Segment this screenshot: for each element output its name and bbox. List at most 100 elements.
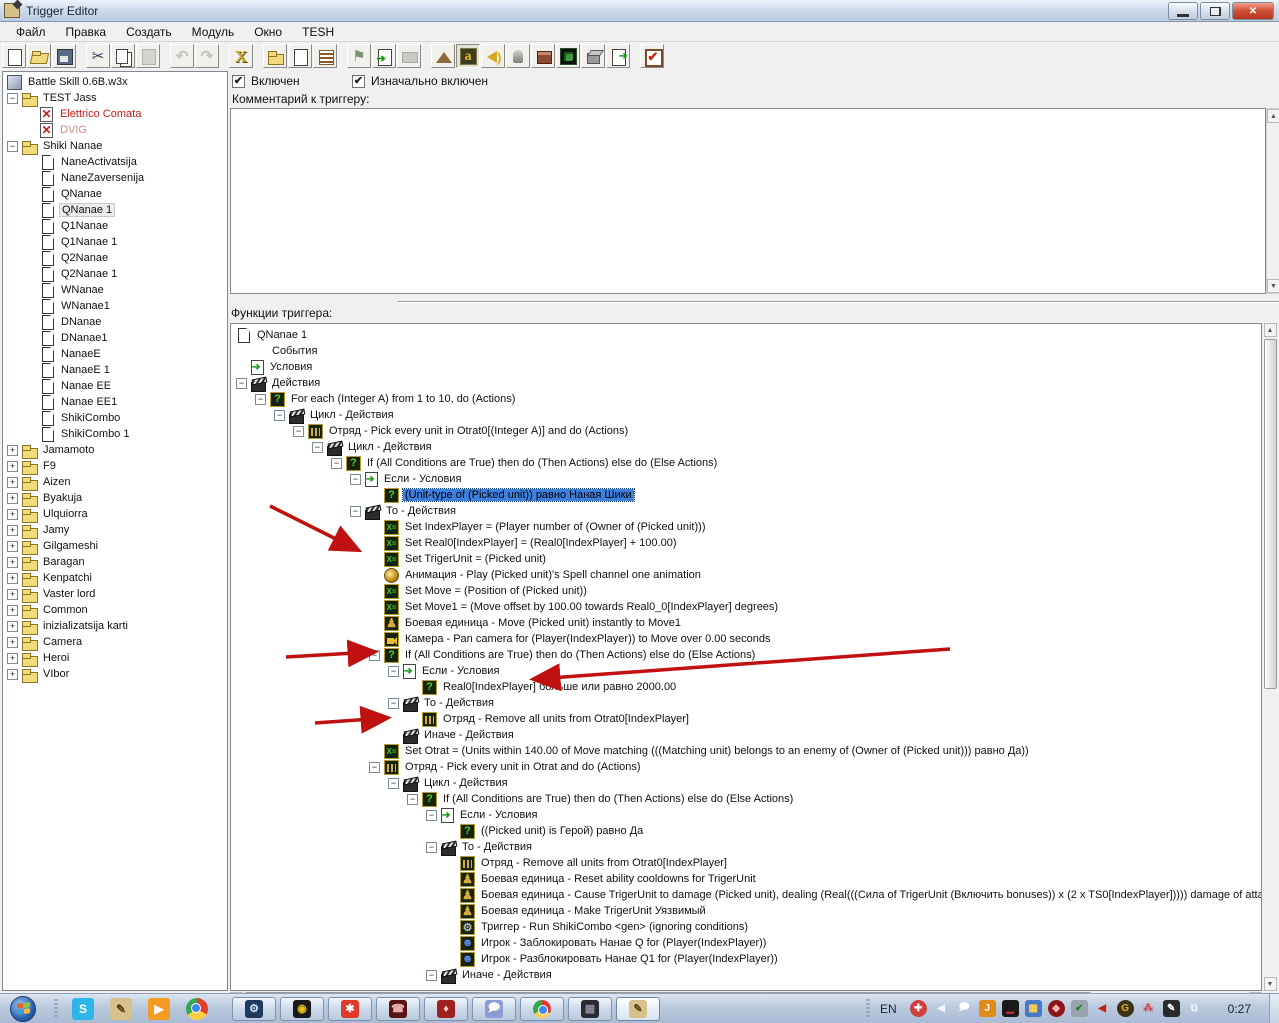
function-row[interactable]: События [231,343,1261,359]
function-row[interactable]: ☻ Игрок - Заблокировать Нанае Q for (Play… [231,935,1261,951]
expand-plus-icon[interactable]: + [7,572,18,584]
expand-minus-icon[interactable]: − [350,505,361,517]
tree-item[interactable]: + Heroi [3,650,227,667]
tree-item[interactable]: NaneActivatsija [3,154,227,170]
tree-item[interactable]: + Gilgameshi [3,538,227,555]
scroll-down-icon[interactable]: ▼ [1267,279,1279,293]
tree-item[interactable]: Q2Nanae 1 [3,266,227,282]
task-utility-button[interactable]: ⚙ [232,996,276,1021]
new-action-button[interactable] [397,44,421,68]
function-row[interactable]: − Цикл - Действия [231,775,1261,792]
minimize-button[interactable] [1168,2,1198,20]
menu-создать[interactable]: Создать [116,23,182,41]
scrollbar-thumb[interactable] [1263,339,1277,689]
function-row[interactable]: Отряд - Remove all units from Otrat0[Ind… [231,855,1261,871]
expand-plus-icon[interactable]: + [7,540,18,552]
menu-правка[interactable]: Правка [56,23,117,41]
function-row[interactable]: Отряд - Remove all units from Otrat0[Ind… [231,711,1261,727]
function-row[interactable]: − Цикл - Действия [231,407,1261,424]
java-icon[interactable]: J [978,1000,996,1017]
function-row[interactable]: X= Set Otrat = (Units within 140.00 of Mo… [231,743,1261,759]
comment-scrollbar[interactable]: ▲ ▼ [1266,108,1279,294]
expand-minus-icon[interactable]: − [388,697,399,709]
copy-button[interactable] [111,44,135,68]
tree-item[interactable]: ✕ DVIG [3,122,227,138]
show-desktop-button[interactable] [1269,993,1279,1023]
expand-minus-icon[interactable]: − [331,457,342,469]
object-editor-button[interactable] [506,44,530,68]
comment-textarea[interactable] [230,108,1266,294]
function-row[interactable]: ⚙ Триггер - Run ShikiCombo <gen> (ignorin… [231,919,1261,935]
tree-item[interactable]: DNanae1 [3,330,227,346]
function-row[interactable]: ♟ Боевая единица - Move (Picked unit) ins… [231,615,1261,631]
expand-minus-icon[interactable]: − [7,140,18,152]
chart-icon[interactable]: ▁ [1001,1000,1019,1017]
paste-button[interactable] [136,44,160,68]
expand-minus-icon[interactable]: − [426,841,437,853]
function-row[interactable]: ? ((Picked unit) is Герой) равно Да [231,823,1261,839]
function-row[interactable]: X= Set TrigerUnit = (Picked unit) [231,551,1261,567]
function-row[interactable]: − Отряд - Pick every unit in Otrat0[(Inte… [231,423,1261,439]
close-button[interactable]: ✕ [1232,2,1274,20]
function-row[interactable]: Анимация - Play (Picked unit)'s Spell ch… [231,567,1261,583]
function-row[interactable]: − Действия [231,375,1261,392]
function-row[interactable]: ? Real0[IndexPlayer] больше или равно 200… [231,679,1261,695]
trigger-functions-tree[interactable]: QNanae 1СобытияУсловия−Действия−?For eac… [230,323,1262,991]
panel-splitter[interactable] [398,301,1279,303]
function-row[interactable]: ? (Unit-type of (Picked unit)) равно Нана… [231,487,1261,503]
expand-minus-icon[interactable]: − [407,793,418,805]
cut-button[interactable]: ✂ [86,44,110,68]
expand-minus-icon[interactable]: − [369,649,380,661]
scroll-up-icon[interactable]: ▲ [1267,109,1279,123]
tree-item[interactable]: + Vaster lord [3,586,227,603]
function-row[interactable]: ♟ Боевая единица - Reset ability cooldown… [231,871,1261,887]
expand-minus-icon[interactable]: − [255,393,266,405]
function-row[interactable]: −? For each (Integer A) from 1 to 10, do … [231,391,1261,407]
photos-icon[interactable]: ▦ [1024,1000,1042,1017]
function-row[interactable]: − То - Действия [231,503,1261,520]
volume-icon[interactable]: ◀ [933,1000,950,1017]
open-map-button[interactable] [27,44,51,68]
task-teamspeak-button[interactable]: ☎ [376,996,420,1021]
tree-item[interactable]: + Byakuja [3,490,227,507]
new-comment-button[interactable] [313,44,337,68]
function-row[interactable]: X= Set Real0[IndexPlayer] = (Real0[IndexP… [231,535,1261,551]
clock[interactable]: 0:27 [1228,1002,1251,1016]
function-row[interactable]: X= Set Move = (Position of (Picked unit)) [231,583,1261,599]
tree-item[interactable]: Q1Nanae [3,218,227,234]
tree-item[interactable]: + inizializatsija karti [3,618,227,635]
function-row[interactable]: Камера - Pan camera for (Player(IndexPla… [231,631,1261,647]
task-discord-button[interactable]: 🗩 [472,996,516,1021]
import-manager-button[interactable] [606,44,630,68]
function-row[interactable]: ♟ Боевая единица - Cause TrigerUnit to da… [231,887,1261,903]
function-row[interactable]: − Отряд - Pick every unit in Otrat and do… [231,759,1261,775]
expand-plus-icon[interactable]: + [7,620,18,632]
expand-plus-icon[interactable]: + [7,668,18,680]
task-chrome-button[interactable] [520,996,564,1021]
expand-minus-icon[interactable]: − [236,377,247,389]
function-row[interactable]: − То - Действия [231,695,1261,712]
world-editor-icon[interactable]: ✎ [110,997,132,1020]
expand-plus-icon[interactable]: + [7,460,18,472]
tree-item[interactable]: + Kenpatchi [3,570,227,587]
task-world-editor-button[interactable]: ✎ [616,996,660,1021]
tree-item[interactable]: + Common [3,602,227,619]
tree-item[interactable]: QNanae 1 [3,202,227,218]
task-red-gear-button[interactable]: ✱ [328,996,372,1021]
media-player-icon[interactable]: ▶ [148,997,170,1020]
trigger-editor-button[interactable]: a [456,44,480,68]
initially-on-checkbox[interactable]: ✔ [352,74,365,88]
expand-plus-icon[interactable]: + [7,652,18,664]
map-options-button[interactable] [640,44,664,68]
function-row[interactable]: −? If (All Conditions are True) then do (… [231,647,1261,663]
tree-item[interactable]: WNanae1 [3,298,227,314]
expand-minus-icon[interactable]: − [350,473,361,485]
expand-minus-icon[interactable]: − [312,441,323,453]
red-volume-icon[interactable]: ◀ [1094,1000,1111,1017]
function-row[interactable]: QNanae 1 [231,327,1261,343]
expand-minus-icon[interactable]: − [7,92,18,104]
sound-editor-button[interactable] [481,44,505,68]
terrain-editor-button[interactable] [431,44,455,68]
campaign-editor-button[interactable] [531,44,555,68]
expand-plus-icon[interactable]: + [7,604,18,616]
